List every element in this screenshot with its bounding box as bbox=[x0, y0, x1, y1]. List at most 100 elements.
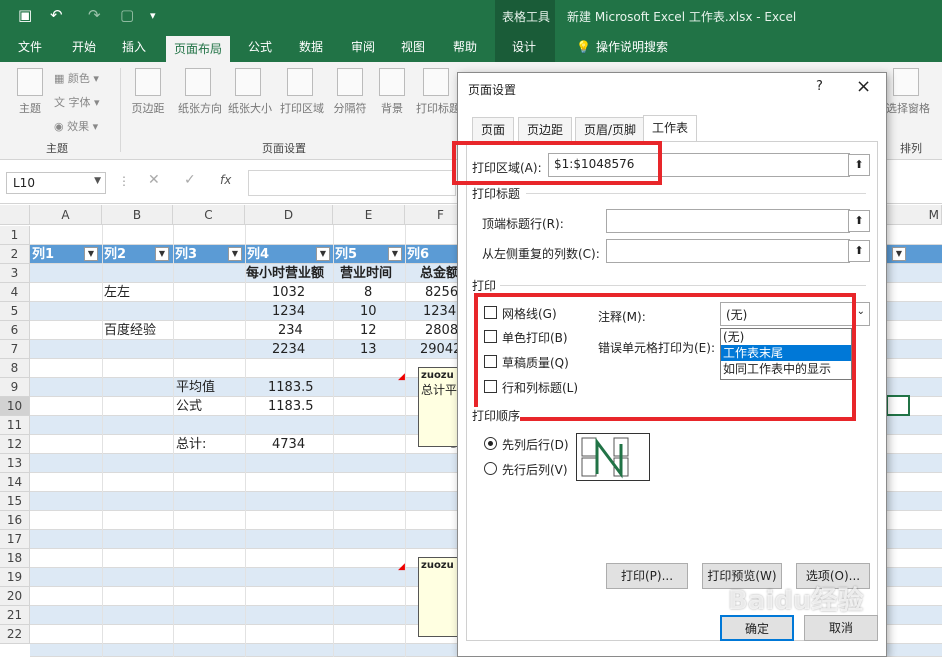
tab-help[interactable]: 帮助 bbox=[445, 32, 485, 62]
row-header[interactable]: 7 bbox=[0, 340, 30, 359]
row-header[interactable]: 12 bbox=[0, 435, 30, 454]
enter-icon[interactable]: ✓ bbox=[184, 172, 196, 188]
tab-data[interactable]: 数据 bbox=[291, 32, 331, 62]
top-rows-input[interactable] bbox=[606, 209, 850, 233]
context-tool-label: 表格工具 bbox=[502, 10, 551, 24]
tell-me-search[interactable]: 操作说明搜索 bbox=[588, 32, 676, 62]
row-header[interactable]: 22 bbox=[0, 625, 30, 644]
filter-dropdown-icon[interactable]: ▼ bbox=[388, 247, 402, 261]
divider bbox=[526, 193, 866, 194]
row-header[interactable]: 14 bbox=[0, 473, 30, 492]
row-header[interactable]: 4 bbox=[0, 283, 30, 302]
collapse-dialog-icon[interactable]: ⬆ bbox=[848, 240, 870, 262]
column-header[interactable]: A bbox=[30, 205, 102, 225]
tab-formulas[interactable]: 公式 bbox=[240, 32, 280, 62]
themes-button[interactable]: 主题 bbox=[10, 68, 50, 128]
comment-box[interactable]: zuozu bbox=[418, 557, 460, 637]
header-cell: 列4 bbox=[247, 247, 270, 262]
help-button[interactable]: ? bbox=[816, 79, 823, 94]
column-header[interactable]: C bbox=[173, 205, 245, 225]
effects-button[interactable]: ◉ 效果 ▾ bbox=[54, 118, 98, 134]
down-then-over-radio[interactable] bbox=[484, 437, 497, 450]
gridline bbox=[173, 225, 174, 657]
header-cell: 列1 bbox=[32, 247, 55, 262]
gridline bbox=[245, 225, 246, 657]
tab-margins[interactable]: 页边距 bbox=[518, 117, 573, 141]
print-titles-button[interactable]: 打印标题 bbox=[416, 68, 460, 128]
table-cell: 1032 bbox=[272, 285, 306, 300]
filter-dropdown-icon[interactable]: ▼ bbox=[228, 247, 242, 261]
size-button[interactable]: 纸张大小 bbox=[228, 68, 272, 128]
row-header[interactable]: 10 bbox=[0, 397, 30, 416]
undo-icon[interactable]: ↶ bbox=[50, 6, 63, 24]
filter-dropdown-icon[interactable]: ▼ bbox=[316, 247, 330, 261]
tab-insert[interactable]: 插入 bbox=[114, 32, 154, 62]
row-header[interactable]: 21 bbox=[0, 606, 30, 625]
customize-qat-icon[interactable]: ▾ bbox=[150, 9, 156, 22]
comment-box[interactable]: zuozu 总计平 bbox=[418, 367, 460, 447]
save-icon[interactable]: ▣ bbox=[18, 6, 32, 24]
row-header[interactable]: 13 bbox=[0, 454, 30, 473]
left-cols-input[interactable] bbox=[606, 239, 850, 263]
tab-header-footer[interactable]: 页眉/页脚 bbox=[575, 117, 646, 141]
name-box[interactable]: L10 ▼ bbox=[6, 172, 106, 194]
new-file-icon[interactable]: ▢ bbox=[120, 6, 134, 24]
colors-button[interactable]: ▦ 颜色 ▾ bbox=[54, 70, 99, 86]
redo-icon[interactable]: ↷ bbox=[88, 6, 101, 24]
close-button[interactable]: × bbox=[856, 76, 871, 97]
tab-file[interactable]: 文件 bbox=[10, 32, 50, 62]
selected-cell[interactable] bbox=[886, 395, 910, 416]
title-bar: ▣ ↶ ↷ ▢ ▾ 表格工具 新建 Microsoft Excel 工作表.xl… bbox=[0, 0, 942, 32]
fx-icon[interactable]: fx bbox=[220, 173, 231, 187]
selection-pane-button[interactable]: 选择窗格 bbox=[886, 68, 930, 128]
column-header[interactable]: B bbox=[102, 205, 173, 225]
row-header[interactable]: 3 bbox=[0, 264, 30, 283]
cancel-icon[interactable]: ✕ bbox=[148, 172, 160, 188]
column-header[interactable]: E bbox=[333, 205, 405, 225]
tab-page[interactable]: 页面 bbox=[472, 117, 515, 141]
row-header[interactable]: 11 bbox=[0, 416, 30, 435]
row-header[interactable]: 18 bbox=[0, 549, 30, 568]
row-header[interactable]: 15 bbox=[0, 492, 30, 511]
dialog-title: 页面设置 bbox=[468, 83, 517, 97]
row-header[interactable]: 9 bbox=[0, 378, 30, 397]
row-header[interactable]: 5 bbox=[0, 302, 30, 321]
gridline bbox=[405, 225, 406, 657]
row-header[interactable]: 19 bbox=[0, 568, 30, 587]
print-button[interactable]: 打印(P)... bbox=[606, 563, 688, 589]
tab-view[interactable]: 视图 bbox=[393, 32, 433, 62]
column-header[interactable]: M bbox=[887, 205, 942, 225]
collapse-dialog-icon[interactable]: ⬆ bbox=[848, 154, 870, 176]
table-cell: 1183.5 bbox=[268, 380, 314, 395]
row-header[interactable]: 20 bbox=[0, 587, 30, 606]
breaks-button[interactable]: 分隔符 bbox=[330, 68, 370, 128]
tab-sheet[interactable]: 工作表 bbox=[643, 115, 698, 142]
tab-review[interactable]: 审阅 bbox=[343, 32, 383, 62]
filter-dropdown-icon[interactable]: ▼ bbox=[892, 247, 906, 261]
row-header[interactable]: 6 bbox=[0, 321, 30, 340]
tab-page-layout[interactable]: 页面布局 bbox=[166, 36, 231, 62]
margins-button[interactable]: 页边距 bbox=[128, 68, 168, 128]
print-area-button[interactable]: 打印区域 bbox=[280, 68, 324, 128]
row-header[interactable]: 17 bbox=[0, 530, 30, 549]
cancel-button[interactable]: 取消 bbox=[804, 615, 878, 641]
column-header[interactable]: D bbox=[245, 205, 333, 225]
tab-design[interactable]: 设计 bbox=[504, 32, 544, 62]
filter-dropdown-icon[interactable]: ▼ bbox=[84, 247, 98, 261]
background-button[interactable]: 背景 bbox=[372, 68, 412, 128]
over-then-down-radio[interactable] bbox=[484, 462, 497, 475]
row-header[interactable]: 2 bbox=[0, 245, 30, 264]
collapse-dialog-icon[interactable]: ⬆ bbox=[848, 210, 870, 232]
row-header[interactable]: 1 bbox=[0, 226, 30, 245]
filter-dropdown-icon[interactable]: ▼ bbox=[155, 247, 169, 261]
row-header[interactable]: 8 bbox=[0, 359, 30, 378]
orientation-button[interactable]: 纸张方向 bbox=[178, 68, 222, 128]
tab-home[interactable]: 开始 bbox=[64, 32, 104, 62]
formula-input[interactable] bbox=[248, 170, 456, 196]
table-cell: 公式 bbox=[176, 399, 203, 414]
fonts-button[interactable]: 文 字体 ▾ bbox=[54, 94, 100, 110]
row-header[interactable]: 16 bbox=[0, 511, 30, 530]
name-box-dropdown-icon[interactable]: ▼ bbox=[94, 176, 101, 186]
select-all[interactable] bbox=[0, 205, 30, 225]
ok-button[interactable]: 确定 bbox=[720, 615, 794, 641]
